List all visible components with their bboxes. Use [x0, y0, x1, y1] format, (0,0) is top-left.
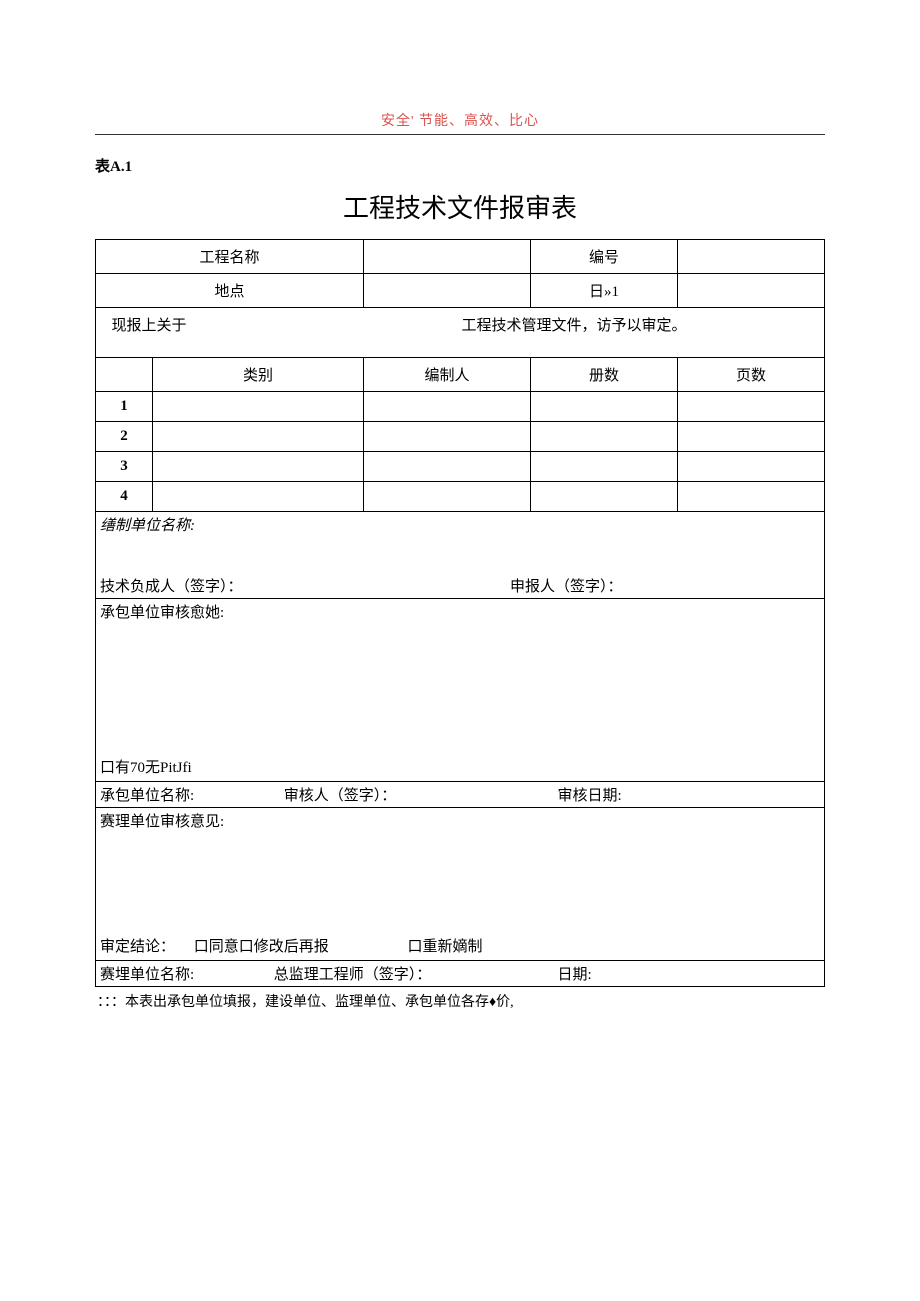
- col-compiler: 编制人: [364, 358, 531, 392]
- cell-compiler-1[interactable]: [364, 392, 531, 422]
- request-line: 现报上关于 工程技术管理文件，访予以审定。: [96, 308, 825, 358]
- supervisor-opinion-label: 赛理单位审核意见:: [100, 810, 820, 831]
- cell-copies-2[interactable]: [531, 422, 678, 452]
- compile-unit-label: 缮制单位名称:: [100, 514, 820, 535]
- cell-copies-1[interactable]: [531, 392, 678, 422]
- contractor-review-date-label: 审核日期:: [558, 788, 622, 804]
- doc-title: 工程技术文件报审表: [95, 188, 825, 225]
- form-table: 工程名称 编号 地点 日»1 现报上关于 工程技术管理文件，访予以审定。 类别 …: [95, 239, 825, 987]
- cell-copies-4[interactable]: [531, 482, 678, 512]
- chief-engineer-label: 总监理工程师（签字）：: [274, 963, 554, 984]
- compile-block: 缮制单位名称: 技术负成人（签字）： 申报人（签字）：: [96, 512, 825, 599]
- cell-compiler-3[interactable]: [364, 452, 531, 482]
- cell-pages-4[interactable]: [678, 482, 825, 512]
- request-prefix: 现报上关于: [104, 314, 194, 335]
- contractor-reviewer-label: 审核人（签字）：: [284, 784, 554, 805]
- contractor-sign-row: 承包单位名称: 审核人（签字）： 审核日期:: [96, 782, 825, 808]
- col-pages: 页数: [678, 358, 825, 392]
- cell-category-4[interactable]: [153, 482, 364, 512]
- cell-compiler-4[interactable]: [364, 482, 531, 512]
- supervisor-date-label: 日期:: [558, 967, 592, 983]
- field-location[interactable]: [364, 274, 531, 308]
- conclusion-opt1: 口同意口修改后再报: [194, 935, 404, 956]
- field-project-name[interactable]: [364, 240, 531, 274]
- supervisor-unit-label: 赛埋单位名称:: [100, 963, 270, 984]
- tech-lead-label: 技术负成人（签字）：: [100, 579, 243, 595]
- field-date[interactable]: [678, 274, 825, 308]
- contractor-unit-label: 承包单位名称:: [100, 784, 280, 805]
- contractor-checkbox-line: 口有70无PitJfi: [100, 756, 192, 777]
- table-number: 表A.1: [95, 155, 825, 176]
- cell-category-3[interactable]: [153, 452, 364, 482]
- label-project-name: 工程名称: [96, 240, 364, 274]
- col-index-blank: [96, 358, 153, 392]
- contractor-opinion-block: 承包单位审核愈她: 口有70无PitJfi: [96, 599, 825, 782]
- field-number[interactable]: [678, 240, 825, 274]
- cell-copies-3[interactable]: [531, 452, 678, 482]
- supervisor-sign-row: 赛埋单位名称: 总监理工程师（签字）： 日期:: [96, 961, 825, 987]
- label-location: 地点: [96, 274, 364, 308]
- header-slogan: 安全' 节能、高效、比心: [95, 110, 825, 135]
- cell-compiler-2[interactable]: [364, 422, 531, 452]
- label-date: 日»1: [531, 274, 678, 308]
- label-number: 编号: [531, 240, 678, 274]
- request-suffix: 工程技术管理文件，访予以审定。: [462, 318, 687, 334]
- row-num-1: 1: [96, 392, 153, 422]
- col-copies: 册数: [531, 358, 678, 392]
- contractor-opinion-label: 承包单位审核愈她:: [100, 601, 820, 622]
- cell-pages-2[interactable]: [678, 422, 825, 452]
- cell-category-1[interactable]: [153, 392, 364, 422]
- footnote: ：：：本表出承包单位填报，建设单位、监理单位、承包单位各存♦价,: [95, 987, 825, 1011]
- cell-pages-1[interactable]: [678, 392, 825, 422]
- cell-pages-3[interactable]: [678, 452, 825, 482]
- row-num-2: 2: [96, 422, 153, 452]
- col-category: 类别: [153, 358, 364, 392]
- conclusion-opt2: 口重新嫡制: [408, 939, 483, 955]
- row-num-3: 3: [96, 452, 153, 482]
- supervisor-opinion-block: 赛理单位审核意见: 审定结论： 口同意口修改后再报 口重新嫡制: [96, 808, 825, 961]
- conclusion-label: 审定结论：: [100, 935, 190, 956]
- cell-category-2[interactable]: [153, 422, 364, 452]
- row-num-4: 4: [96, 482, 153, 512]
- applicant-label: 申报人（签字）：: [510, 579, 623, 595]
